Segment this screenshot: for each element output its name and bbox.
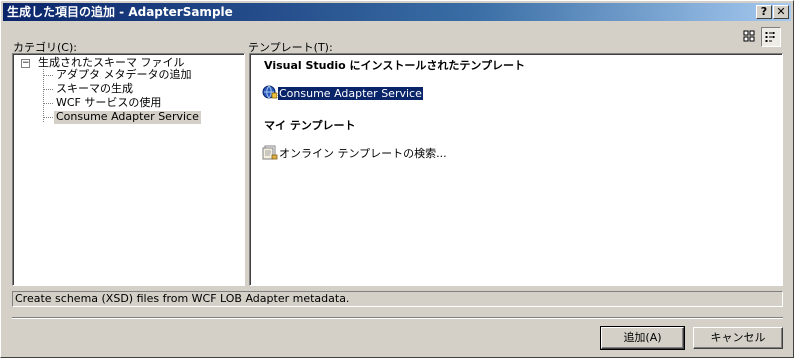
tree-item-generate-schema[interactable]: スキーマの生成: [56, 83, 133, 96]
tree-connector: [43, 117, 53, 118]
collapse-icon[interactable]: −: [21, 59, 30, 68]
help-button[interactable]: ?: [756, 5, 772, 19]
adapter-service-icon: [262, 85, 278, 99]
tree-connector: [43, 75, 53, 76]
tree-item-consume-adapter-service[interactable]: Consume Adapter Service: [54, 111, 201, 124]
title-bar[interactable]: 生成した項目の追加 - AdapterSample ? ✕: [3, 3, 791, 21]
tree-connector: [43, 69, 44, 122]
installed-templates-header: Visual Studio にインストールされたテンプレート: [264, 59, 525, 72]
cancel-button[interactable]: キャンセル: [693, 327, 783, 349]
template-description: Create schema (XSD) files from WCF LOB A…: [12, 291, 783, 307]
add-button[interactable]: 追加(A): [600, 326, 685, 350]
template-consume-adapter-service[interactable]: Consume Adapter Service: [262, 84, 424, 101]
close-button[interactable]: ✕: [773, 5, 789, 19]
tree-item-add-adapter-metadata[interactable]: アダプタ メタデータの追加: [56, 69, 192, 82]
template-search-online[interactable]: オンライン テンプレートの検索...: [262, 144, 448, 160]
grid-icon: [743, 30, 755, 42]
separator: [12, 317, 783, 319]
template-label: Consume Adapter Service: [277, 86, 424, 101]
search-online-icon: [262, 145, 278, 160]
categories-tree[interactable]: − 生成されたスキーマ ファイル アダプタ メタデータの追加 スキーマの生成 W…: [12, 53, 245, 286]
large-icons-view-button[interactable]: [739, 27, 759, 47]
my-templates-header: マイ テンプレート: [264, 119, 356, 132]
templates-list[interactable]: Visual Studio にインストールされたテンプレート Consume A…: [249, 53, 783, 286]
window-title: 生成した項目の追加 - AdapterSample: [7, 5, 233, 19]
small-icons-view-button[interactable]: [761, 27, 781, 47]
tree-connector: [43, 103, 53, 104]
add-generated-items-dialog: 生成した項目の追加 - AdapterSample ? ✕ カテゴリ(C): テ…: [0, 0, 794, 358]
template-label: オンライン テンプレートの検索...: [279, 147, 447, 160]
tree-connector: [43, 89, 53, 90]
tree-item-consume-wcf-service[interactable]: WCF サービスの使用: [56, 97, 161, 110]
list-icon: [765, 32, 775, 42]
